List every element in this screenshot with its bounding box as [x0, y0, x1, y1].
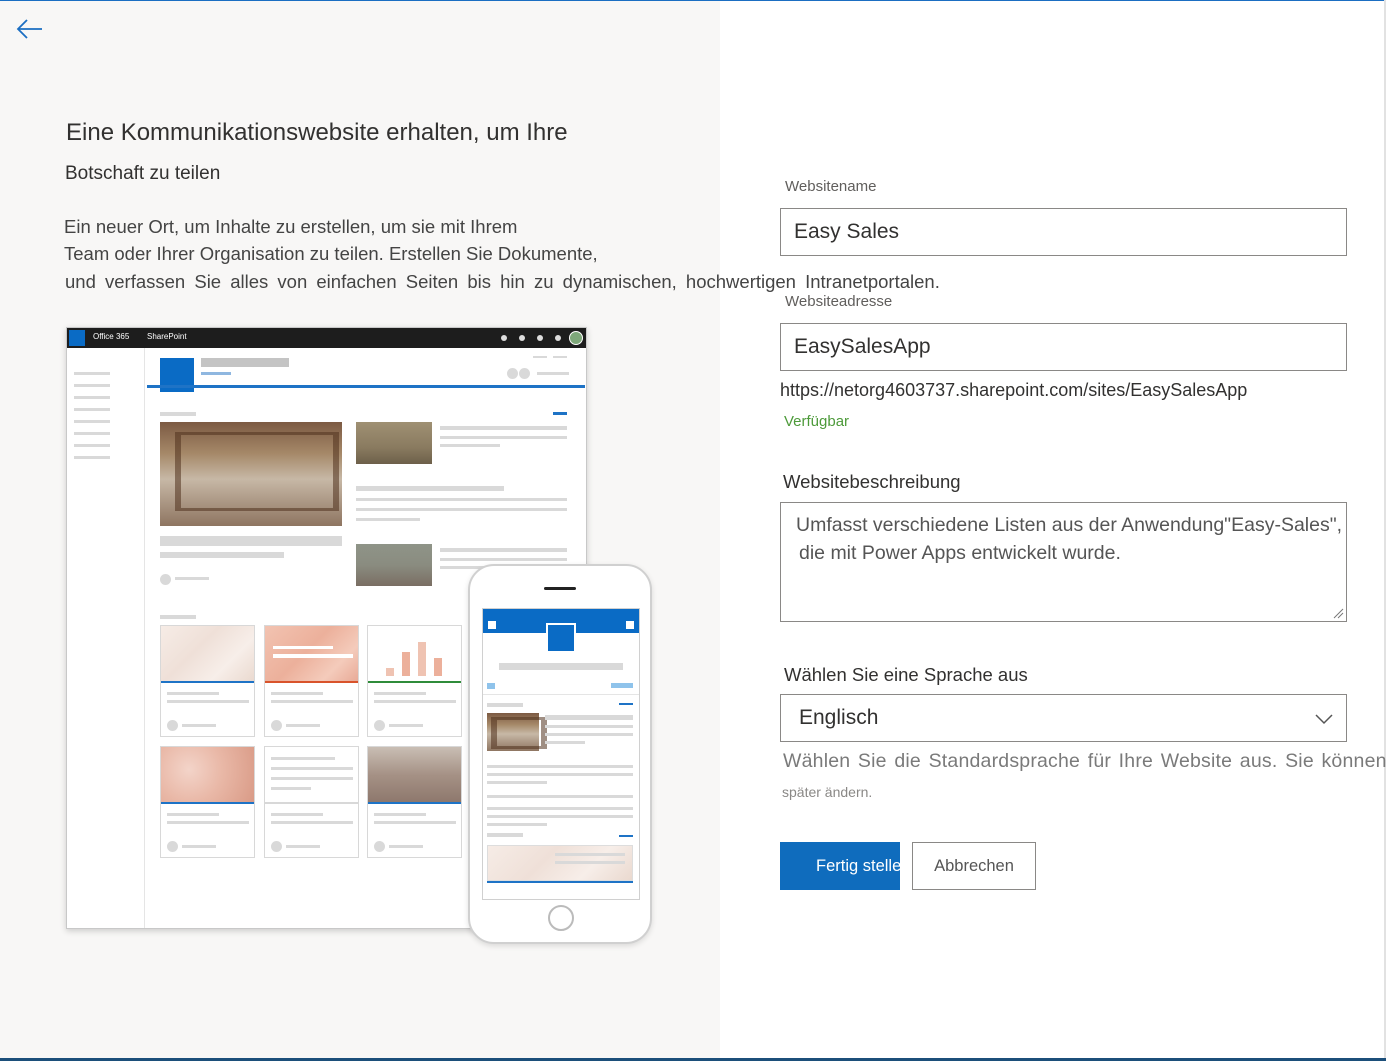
language-dropdown[interactable]: Englisch — [780, 694, 1347, 742]
language-help-text: Wählen Sie die Standardsprache für Ihre … — [783, 750, 1386, 772]
site-description-label: Websitebeschreibung — [783, 471, 961, 492]
app-name: SharePoint — [147, 332, 187, 341]
mobile-site-logo — [546, 623, 576, 653]
phone-mockup — [468, 564, 652, 944]
description-line: Team oder Ihrer Organisation zu teilen. … — [64, 243, 598, 264]
suite-name: Office 365 — [93, 332, 130, 341]
back-button[interactable] — [14, 14, 46, 46]
finish-button[interactable]: Fertig stellen — [780, 842, 900, 890]
availability-status: Verfügbar — [784, 413, 850, 430]
description-line: Ein neuer Ort, um Inhalte zu erstellen, … — [64, 216, 518, 237]
site-preview-illustration: Office 365 SharePoint — [66, 327, 656, 947]
site-url: https://netorg4603737.sharepoint.com/sit… — [780, 380, 1248, 400]
news-image — [356, 544, 432, 586]
back-arrow-icon — [16, 19, 42, 39]
gear-icon — [537, 335, 543, 341]
language-label: Wählen Sie eine Sprache aus — [784, 664, 1028, 685]
chevron-down-icon — [1315, 714, 1333, 725]
preview-sidebar — [67, 348, 145, 928]
avatar — [569, 331, 583, 345]
site-name-label: Websitename — [785, 178, 877, 195]
description-line: und verfassen Sie alles von einfachen Se… — [65, 271, 940, 292]
question-icon — [555, 335, 561, 341]
page-title: Eine Kommunikationswebsite erhalten, um … — [66, 119, 568, 146]
cancel-button[interactable]: Abbrechen — [912, 842, 1036, 890]
description-text: die mit Power Apps entwickelt wurde. — [799, 542, 1121, 564]
help-icon — [519, 335, 525, 341]
news-hero-image — [160, 422, 342, 526]
resize-grip-icon[interactable] — [1332, 607, 1344, 619]
news-image — [356, 422, 432, 464]
language-help-text-2: später ändern. — [782, 784, 873, 800]
header-underline — [147, 385, 585, 388]
language-selected: Englisch — [799, 706, 879, 729]
site-address-label: Websiteadresse — [785, 293, 893, 310]
waffle-icon — [69, 330, 85, 346]
description-text: Umfasst verschiedene Listen aus der Anwe… — [796, 514, 1343, 536]
page-subtitle: Botschaft zu teilen — [65, 163, 221, 184]
suite-bar: Office 365 SharePoint — [67, 328, 586, 348]
settings-icon — [501, 335, 507, 341]
site-address-input[interactable] — [780, 323, 1347, 371]
site-name-input[interactable] — [780, 208, 1347, 256]
site-description-textarea[interactable]: Umfasst verschiedene Listen aus der Anwe… — [780, 502, 1347, 622]
